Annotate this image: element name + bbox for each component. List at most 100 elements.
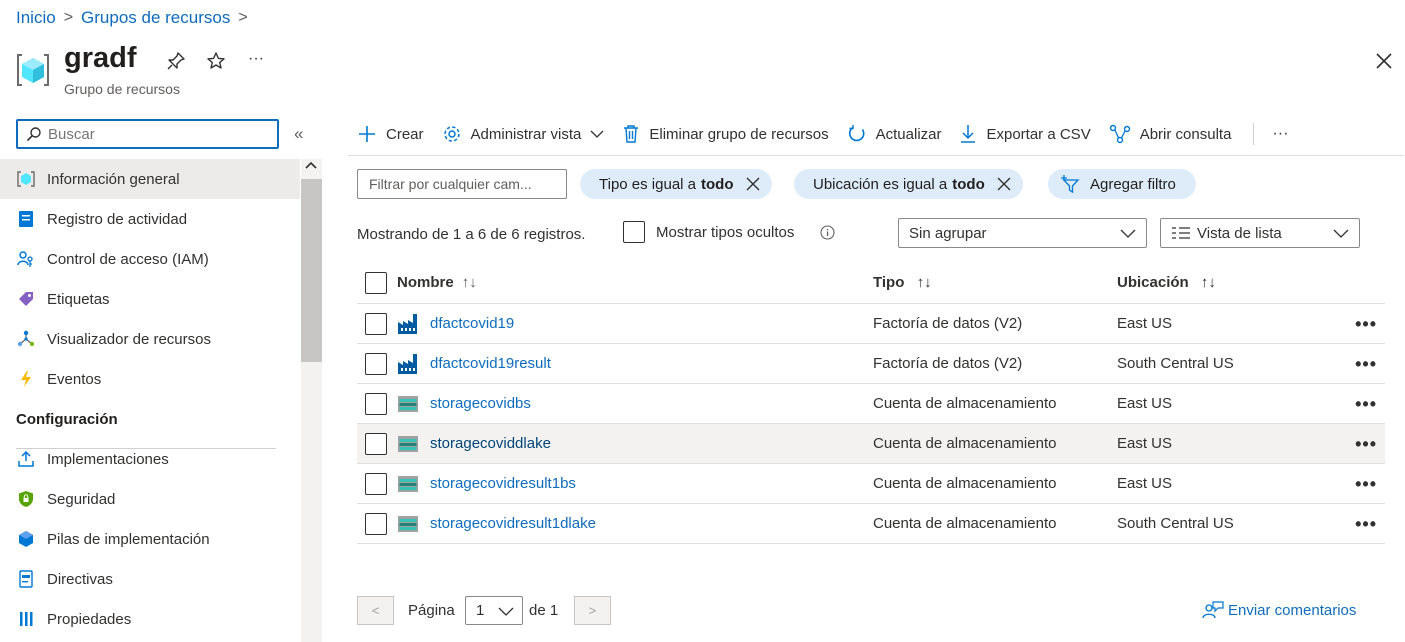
remove-filter-icon[interactable] xyxy=(997,177,1011,191)
refresh-label: Actualizar xyxy=(875,125,942,143)
storage-account-icon xyxy=(398,475,418,492)
row-more-icon[interactable]: ••• xyxy=(1355,314,1377,335)
search-icon xyxy=(26,127,41,142)
query-icon xyxy=(1109,124,1130,144)
info-icon[interactable] xyxy=(820,225,835,240)
row-more-icon[interactable]: ••• xyxy=(1355,394,1377,415)
row-checkbox[interactable] xyxy=(365,392,387,415)
location-filter-value: todo xyxy=(952,175,985,193)
sidebar-search-box[interactable] xyxy=(16,119,279,149)
sidebar-item-tags[interactable]: Etiquetas xyxy=(0,279,300,319)
more-options-icon[interactable]: ··· xyxy=(245,48,267,70)
star-icon[interactable] xyxy=(205,50,227,72)
refresh-icon xyxy=(848,125,865,142)
resource-name-link[interactable]: storagecovidresult1dlake xyxy=(430,515,596,532)
pin-icon[interactable] xyxy=(165,50,187,72)
resource-name-link[interactable]: dfactcovid19result xyxy=(430,355,551,372)
sidebar-item-overview[interactable]: Información general xyxy=(0,159,300,199)
toolbar-separator xyxy=(1253,123,1255,145)
sidebar-item-security[interactable]: Seguridad xyxy=(0,479,300,519)
open-query-button[interactable]: Abrir consulta xyxy=(1109,124,1231,144)
collapse-sidebar-icon[interactable]: « xyxy=(294,124,303,144)
sort-icon[interactable]: ↑↓ xyxy=(917,274,932,291)
sidebar-item-label: Seguridad xyxy=(47,490,116,508)
row-more-icon[interactable]: ••• xyxy=(1355,434,1377,455)
sidebar-item-properties[interactable]: Propiedades xyxy=(0,599,300,639)
row-checkbox[interactable] xyxy=(365,352,387,375)
resource-type: Cuenta de almacenamiento xyxy=(873,395,1057,412)
close-icon[interactable] xyxy=(1373,50,1395,72)
row-more-icon[interactable]: ••• xyxy=(1355,514,1377,535)
filter-input[interactable] xyxy=(357,169,567,199)
previous-page-button[interactable]: < xyxy=(357,596,394,625)
create-button-label: Crear xyxy=(386,125,424,143)
sidebar-search-input[interactable] xyxy=(48,125,258,143)
type-filter-pill[interactable]: Tipo es igual a todo xyxy=(580,169,772,199)
resource-name-link[interactable]: storagecovidbs xyxy=(430,395,531,412)
sidebar-item-events[interactable]: Eventos xyxy=(0,359,300,399)
sidebar-item-policies[interactable]: Directivas xyxy=(0,559,300,599)
toolbar-more-icon[interactable]: ··· xyxy=(1272,125,1288,143)
location-filter-pill[interactable]: Ubicación es igual a todo xyxy=(794,169,1023,199)
sidebar-item-iam[interactable]: Control de acceso (IAM) xyxy=(0,239,300,279)
sidebar-item-deployments[interactable]: Implementaciones xyxy=(0,439,300,479)
sort-icon[interactable]: ↑↓ xyxy=(462,274,477,291)
row-checkbox[interactable] xyxy=(365,512,387,535)
row-more-icon[interactable]: ••• xyxy=(1355,474,1377,495)
manage-view-button[interactable]: Administrar vista xyxy=(442,124,605,144)
resource-name-link[interactable]: dfactcovid19 xyxy=(430,315,514,332)
column-header-name[interactable]: Nombre ↑↓ xyxy=(397,274,477,291)
breadcrumb-home-link[interactable]: Inicio xyxy=(16,8,56,28)
sidebar-scrollbar-thumb[interactable] xyxy=(301,179,322,362)
show-hidden-types-checkbox[interactable] xyxy=(623,221,645,243)
table-row[interactable]: storagecovidresult1dlake Cuenta de almac… xyxy=(357,504,1385,544)
add-filter-button[interactable]: Agregar filtro xyxy=(1048,169,1196,199)
row-checkbox[interactable] xyxy=(365,312,387,335)
export-csv-button[interactable]: Exportar a CSV xyxy=(959,124,1091,144)
sidebar-item-activity-log[interactable]: Registro de actividad xyxy=(0,199,300,239)
table-row[interactable]: dfactcovid19result Factoría de datos (V2… xyxy=(357,344,1385,384)
sidebar-item-label: Registro de actividad xyxy=(47,210,188,228)
row-more-icon[interactable]: ••• xyxy=(1355,354,1377,375)
properties-icon xyxy=(16,609,36,629)
breadcrumb-resource-groups-link[interactable]: Grupos de recursos xyxy=(81,8,230,28)
resource-group-icon xyxy=(16,52,50,88)
page-title: gradf xyxy=(64,42,137,74)
scroll-up-icon[interactable] xyxy=(304,160,318,173)
remove-filter-icon[interactable] xyxy=(746,177,760,191)
sidebar-item-label: Visualizador de recursos xyxy=(47,330,211,348)
column-header-type[interactable]: Tipo ↑↓ xyxy=(873,274,932,291)
chevron-down-icon xyxy=(1333,229,1349,238)
select-all-checkbox[interactable] xyxy=(365,271,387,294)
lightning-icon xyxy=(16,369,36,389)
row-checkbox[interactable] xyxy=(365,472,387,495)
column-header-location[interactable]: Ubicación ↑↓ xyxy=(1117,274,1216,291)
activity-log-icon xyxy=(16,209,36,229)
sort-icon[interactable]: ↑↓ xyxy=(1201,274,1216,291)
view-mode-dropdown[interactable]: Vista de lista xyxy=(1160,218,1360,248)
deployments-icon xyxy=(16,449,36,469)
sidebar-item-deployment-stacks[interactable]: Pilas de implementación xyxy=(0,519,300,559)
table-row[interactable]: storagecovidbs Cuenta de almacenamiento … xyxy=(357,384,1385,424)
resource-name-link[interactable]: storagecovidresult1bs xyxy=(430,475,576,492)
grouping-value: Sin agrupar xyxy=(909,224,987,242)
resource-group-icon xyxy=(16,169,36,189)
table-row[interactable]: storagecoviddlake Cuenta de almacenamien… xyxy=(357,424,1385,464)
delete-resource-group-button[interactable]: Eliminar grupo de recursos xyxy=(622,124,829,144)
grouping-dropdown[interactable]: Sin agrupar xyxy=(898,218,1147,248)
refresh-button[interactable]: Actualizar xyxy=(847,124,942,144)
feedback-link[interactable]: Enviar comentarios xyxy=(1202,600,1356,620)
data-factory-icon xyxy=(398,353,417,374)
feedback-label: Enviar comentarios xyxy=(1228,601,1357,619)
sidebar-item-label: Control de acceso (IAM) xyxy=(47,250,209,268)
sidebar-item-resource-visualizer[interactable]: Visualizador de recursos xyxy=(0,319,300,359)
table-row[interactable]: dfactcovid19 Factoría de datos (V2) East… xyxy=(357,304,1385,344)
page-select[interactable]: 1 xyxy=(465,596,523,625)
resource-name-link[interactable]: storagecoviddlake xyxy=(430,435,551,452)
view-mode-value: Vista de lista xyxy=(1197,224,1282,242)
create-button[interactable]: Crear xyxy=(357,124,424,144)
resource-type: Cuenta de almacenamiento xyxy=(873,475,1057,492)
row-checkbox[interactable] xyxy=(365,432,387,455)
table-row[interactable]: storagecovidresult1bs Cuenta de almacena… xyxy=(357,464,1385,504)
next-page-button[interactable]: > xyxy=(574,596,611,625)
